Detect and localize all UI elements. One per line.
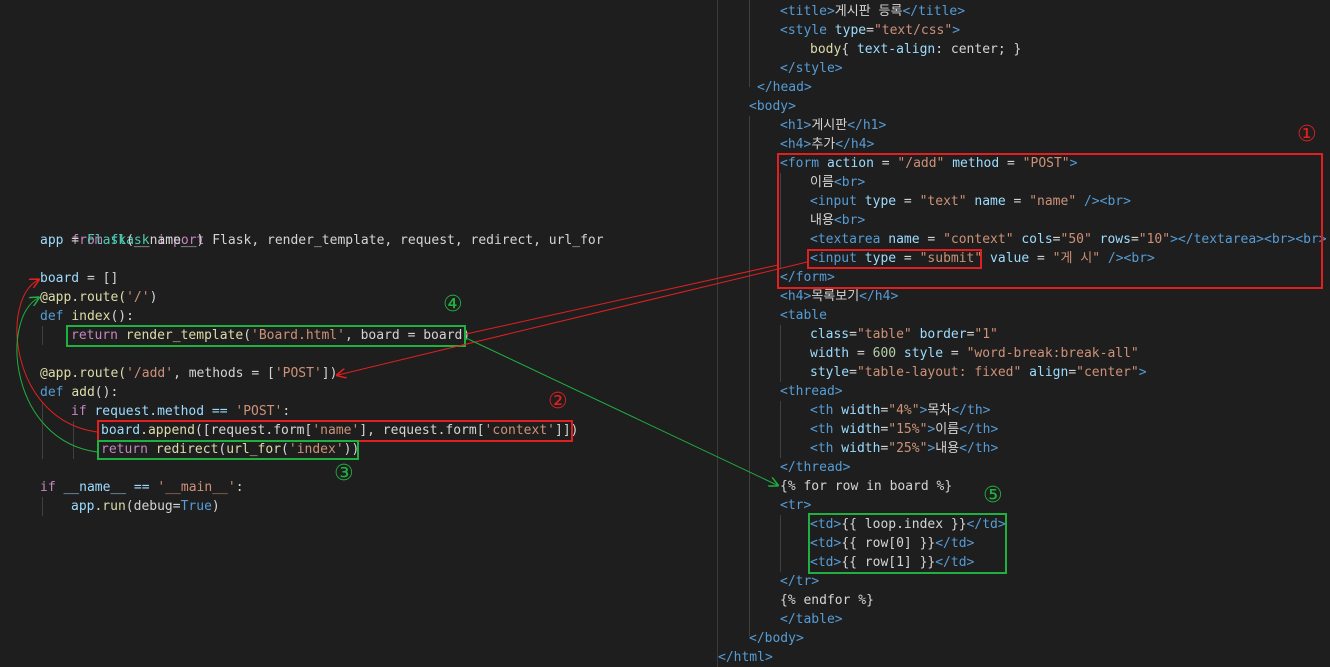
kw-def: def	[40, 385, 64, 400]
html-line-24: <th width="25%">내용</th>	[810, 441, 999, 456]
method-run: .run	[94, 499, 126, 514]
params: ():	[94, 385, 119, 400]
class-flask: Flask	[86, 233, 127, 248]
html-line-25: </thread>	[780, 460, 851, 475]
html-line-22: <th width="4%">목차</th>	[810, 403, 991, 418]
method-post: 'POST'	[274, 366, 322, 381]
var-app: app	[71, 499, 95, 514]
html-line-7: <h1>게시판</h1>	[780, 118, 887, 133]
py-line-2: app = Flask(__name__)	[40, 231, 204, 250]
py-line-7: @app.route('/add', methods = ['POST'])	[40, 364, 337, 383]
arg-debug: (debug=	[125, 499, 181, 514]
py-line-3: board = []	[40, 269, 118, 288]
func-add: add	[71, 385, 95, 400]
indent-guide	[73, 421, 74, 459]
html-line-23: <th width="15%">이름</th>	[810, 422, 999, 437]
arg-name: (__name__)	[126, 233, 205, 248]
submit-input-highlight-box	[807, 249, 982, 269]
html-line-16: <h4>목록보기</h4>	[780, 289, 899, 304]
py-line-8: def add():	[40, 383, 118, 402]
var-board: board	[40, 271, 80, 286]
html-line-17: <table	[780, 308, 827, 323]
kw-if: if	[71, 404, 87, 419]
var-app: app	[40, 233, 64, 248]
html-line-6: <body>	[749, 99, 796, 114]
indent-guide	[780, 325, 781, 382]
colon: :	[282, 404, 291, 419]
op-eq: =	[63, 233, 87, 248]
indent-guide	[42, 402, 43, 459]
indent-guide	[42, 497, 43, 516]
condition: __name__ ==	[55, 480, 158, 495]
kw-if: if	[40, 480, 56, 495]
py-line-1: from flask import Flask, render_template…	[40, 212, 603, 248]
append-highlight-box	[97, 420, 573, 442]
pane-divider	[717, 0, 718, 667]
import-names: Flask, render_template, request, redirec…	[212, 233, 604, 248]
annotation-number-4: ④	[443, 292, 463, 317]
py-line-4: @app.route('/')	[40, 288, 157, 307]
html-line-35: </html>	[718, 650, 773, 665]
py-line-12: if __name__ == '__main__':	[40, 478, 244, 497]
indent-guide	[780, 515, 781, 572]
html-line-20: style="table-layout: fixed" align="cente…	[810, 365, 1147, 380]
indent-guide	[749, 0, 750, 87]
colon: :	[235, 480, 244, 495]
indent-guide	[780, 401, 781, 458]
func-index: index	[71, 309, 111, 324]
html-line-33: </table>	[780, 612, 843, 627]
str-main: '__main__'	[157, 480, 236, 495]
route-path: '/add'	[126, 366, 174, 381]
html-line-8: <h4>추가</h4>	[780, 137, 875, 152]
methods-kw: , methods = [	[173, 366, 275, 381]
html-line-18: class="table" border="1"	[810, 327, 998, 342]
const-true: True	[180, 499, 212, 514]
html-line-34: </body>	[749, 631, 804, 646]
indent-guide	[749, 116, 750, 636]
decorator: @app.route(	[40, 366, 127, 381]
html-line-27: <tr>	[780, 498, 812, 513]
html-line-1: <title>게시판 등록</title>	[780, 4, 966, 19]
params: ():	[110, 309, 134, 324]
html-line-5: </head>	[757, 80, 812, 95]
annotation-number-5: ⑤	[983, 483, 1003, 508]
td-rows-highlight-box	[808, 513, 1007, 574]
html-line-19: width = 600 style = "word-break:break-al…	[810, 346, 1139, 361]
html-line-26: {% for row in board %}	[780, 479, 953, 494]
html-line-3: body{ text-align: center; }	[810, 42, 1022, 57]
html-line-21: <thread>	[780, 384, 843, 399]
annotation-number-1: ①	[1297, 122, 1317, 147]
indent-guide	[42, 326, 43, 345]
html-line-31: </tr>	[780, 574, 820, 589]
paren-close: )	[149, 290, 158, 305]
arrow-submit-to-route	[338, 261, 808, 375]
annotation-number-2: ②	[548, 389, 568, 414]
html-line-2: <style type="text/css">	[780, 23, 961, 38]
condition: request.method ==	[86, 404, 236, 419]
bracket-close: ])	[321, 366, 338, 381]
py-line-9: if request.method == 'POST':	[71, 402, 290, 421]
str-post: 'POST'	[235, 404, 283, 419]
html-line-4: </style>	[780, 61, 843, 76]
py-line-5: def index():	[40, 307, 134, 326]
render-template-highlight-box	[66, 325, 466, 347]
route-path: '/'	[126, 290, 150, 305]
list-literal: = []	[79, 271, 119, 286]
arrow-render-to-loop	[465, 337, 777, 485]
annotation-number-3: ③	[334, 461, 354, 486]
kw-def: def	[40, 309, 64, 324]
py-line-13: app.run(debug=True)	[71, 499, 220, 514]
arrow-render-to-form	[465, 264, 779, 335]
decorator: @app.route(	[40, 290, 127, 305]
redirect-highlight-box	[97, 440, 359, 460]
html-line-32: {% endfor %}	[780, 593, 874, 608]
title-text: 게시판 등록	[834, 4, 903, 19]
